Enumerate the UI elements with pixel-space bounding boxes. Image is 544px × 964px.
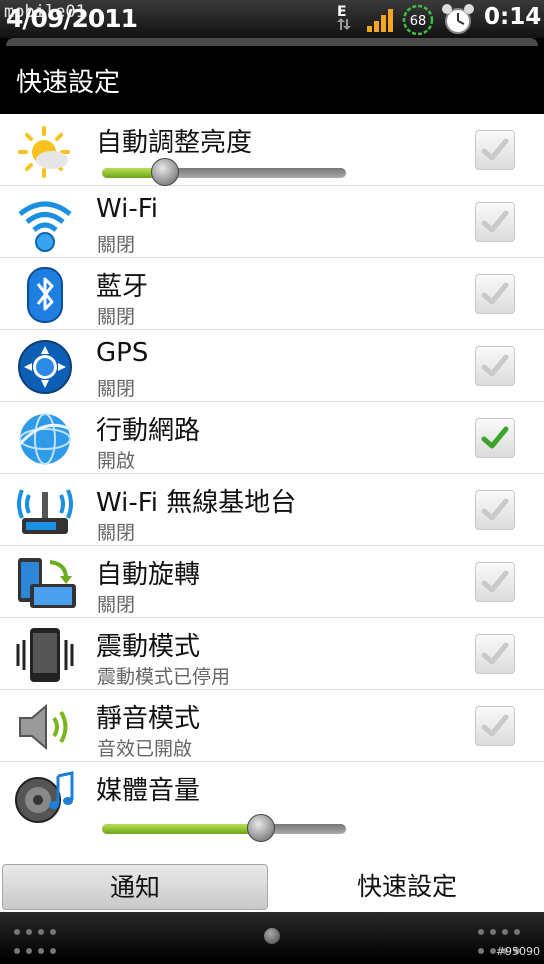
setting-label: GPS — [96, 338, 149, 368]
setting-row-wifi-hotspot[interactable]: Wi-Fi 無線基地台 關閉 — [0, 474, 544, 546]
setting-row-bluetooth[interactable]: 藍牙 關閉 — [0, 258, 544, 330]
setting-row-gps[interactable]: GPS 關閉 — [0, 330, 544, 402]
setting-label: 藍牙 — [96, 272, 149, 302]
setting-row-mobile-network[interactable]: 行動網路 開啟 — [0, 402, 544, 474]
silent-mode-icon — [14, 698, 76, 756]
mobile-network-icon — [14, 410, 76, 468]
alarm-clock-icon — [440, 2, 476, 36]
setting-row-media-volume[interactable]: 媒體音量 — [0, 762, 544, 848]
status-bar: 4/09/2011 mobile01 E 68 0:14 — [0, 0, 544, 38]
slider-thumb[interactable] — [246, 814, 275, 842]
setting-row-brightness[interactable]: 自動調整亮度 — [0, 114, 544, 186]
setting-row-silent-mode[interactable]: 靜音模式 音效已開啟 — [0, 690, 544, 762]
checkbox-gps[interactable] — [475, 346, 515, 386]
battery-level: 68 — [410, 14, 427, 29]
media-volume-icon — [14, 770, 76, 828]
setting-status: 關閉 — [97, 234, 136, 256]
battery-icon: 68 — [402, 4, 434, 36]
quick-settings-list[interactable]: 自動調整亮度 Wi-Fi 關閉 藍牙 關閉 GPS 關閉 行動網路 開啟 Wi-… — [0, 114, 544, 860]
vibrate-icon — [14, 626, 76, 684]
setting-row-wifi[interactable]: Wi-Fi 關閉 — [0, 186, 544, 258]
bottom-handle[interactable]: #95090 — [0, 912, 544, 960]
setting-row-vibrate[interactable]: 震動模式 震動模式已停用 — [0, 618, 544, 690]
setting-label: 行動網路 — [96, 416, 201, 446]
setting-label: 自動調整亮度 — [96, 128, 253, 158]
brightness-icon — [14, 122, 76, 180]
checkbox-vibrate[interactable] — [475, 634, 515, 674]
drag-knob[interactable] — [264, 928, 280, 944]
checkbox-mobile-network[interactable] — [475, 418, 515, 458]
setting-status: 關閉 — [97, 594, 136, 616]
brightness-slider[interactable] — [102, 158, 346, 186]
signal-strength-icon — [366, 8, 396, 32]
svg-text:E: E — [337, 4, 347, 20]
status-time: 0:14 — [484, 4, 542, 30]
auto-rotate-icon — [14, 554, 76, 612]
bluetooth-icon — [14, 266, 76, 324]
setting-row-auto-rotate[interactable]: 自動旋轉 關閉 — [0, 546, 544, 618]
checkbox-silent-mode[interactable] — [475, 706, 515, 746]
setting-label: 震動模式 — [96, 632, 201, 662]
tab-notifications[interactable]: 通知 — [2, 864, 268, 910]
setting-label: 媒體音量 — [96, 776, 201, 806]
setting-status: 音效已開啟 — [97, 738, 193, 760]
setting-status: 開啟 — [97, 450, 136, 472]
checkbox-wifi-hotspot[interactable] — [475, 490, 515, 530]
bottom-tabs: 通知 快速設定 — [0, 860, 544, 912]
setting-label: 自動旋轉 — [96, 560, 201, 590]
checkbox-bluetooth[interactable] — [475, 274, 515, 314]
dots-left — [14, 926, 62, 964]
gps-icon — [14, 338, 76, 396]
setting-status: 關閉 — [97, 306, 136, 328]
footer-watermark: #95090 — [495, 945, 540, 958]
setting-status: 震動模式已停用 — [97, 666, 231, 688]
tab-quick-settings[interactable]: 快速設定 — [272, 864, 542, 910]
setting-label: 靜音模式 — [96, 704, 201, 734]
setting-status: 關閉 — [97, 522, 136, 544]
setting-status: 關閉 — [97, 378, 136, 400]
watermark-text: mobile01 — [4, 2, 86, 22]
wifi-hotspot-icon — [14, 482, 76, 540]
network-type-icon: E — [334, 2, 354, 34]
setting-label: Wi-Fi — [96, 194, 159, 224]
slider-fill — [102, 824, 261, 834]
checkbox-auto-rotate[interactable] — [475, 562, 515, 602]
media-volume-slider[interactable] — [102, 814, 346, 842]
checkbox-wifi[interactable] — [475, 202, 515, 242]
title-bar: 快速設定 — [0, 38, 544, 114]
page-title: 快速設定 — [16, 68, 121, 98]
checkbox-brightness[interactable] — [475, 130, 515, 170]
slider-thumb[interactable] — [151, 158, 180, 186]
setting-label: Wi-Fi 無線基地台 — [96, 488, 297, 518]
wifi-icon — [14, 194, 76, 252]
